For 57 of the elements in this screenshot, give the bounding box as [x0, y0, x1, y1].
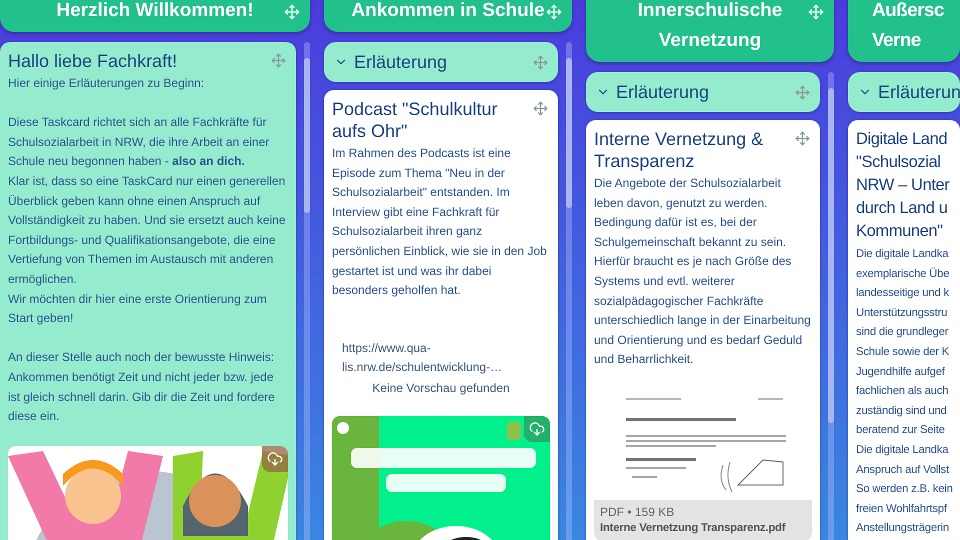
card-text: Schule sowie der K [856, 344, 950, 360]
cloud-download-icon [529, 420, 545, 437]
move-handle-icon[interactable] [795, 84, 810, 100]
card-text: fachlichen als auch [856, 384, 950, 400]
scrollbar[interactable] [828, 72, 834, 540]
card-text: An dieser Stelle auch noch der bewusste Hinweis: Ankommen benötigt Zeit und nicht jeder bzw. jede ist gleich schnell darin. Gib dir die Zeit und fordere diese ein. [8, 349, 276, 426]
move-handle-icon[interactable] [795, 131, 810, 146]
card-text: Diese Taskcard richtet sich an alle Fachkräfte für Schulsozialarbeit in NRW, die ihre Arbeit an einer Schule neu begonnen haben - also an dich. [8, 114, 270, 170]
card-text: exemplarische Übe [856, 266, 950, 282]
card-text: Die digitale Landka [856, 442, 950, 458]
move-handle-icon[interactable] [533, 101, 548, 116]
section-header[interactable]: Erläuterung [586, 72, 820, 112]
card-text: Die digitale Landka [856, 247, 950, 262]
move-handle-icon[interactable] [284, 4, 300, 20]
column-title: Ankommen in Schule [350, 0, 546, 23]
card-text: Hier einige Erläuterungen zu Beginn: [8, 75, 206, 92]
column-title: Herzlich Willkommen! [55, 0, 255, 23]
card-text: beratend zur Seite [856, 423, 946, 438]
cloud-download-icon [267, 451, 283, 468]
card-text: Anstellungsträgerin [856, 521, 950, 536]
card-text: So werden z.B. kein [856, 482, 954, 498]
card-text: Anspruch auf Vollst [856, 462, 950, 478]
card-text: zuständig sind und [856, 404, 948, 419]
scrollbar[interactable] [304, 42, 310, 540]
download-button[interactable] [262, 446, 288, 472]
scrollbar[interactable] [566, 42, 572, 540]
column-title: Außersc [872, 0, 945, 23]
card-text: Unterstützungsstru [856, 306, 948, 321]
card-title: Podcast "Schulkultur aufs Ohr" [332, 98, 498, 142]
section-header[interactable]: Erläuterung [324, 42, 558, 82]
card-text: Klar ist, dass so eine TaskCard nur einen generellen Überblick geben kann ohne einen Anspruch auf Vollständigkeit zu haben. Und sie ersetzt auch keine Fortbildungs- und Qualifikationsangebote, die eine Vertiefung von Themen im Austausch mit anderen ermöglichen. [8, 172, 287, 288]
card-text: Die Angebote der Schulsozialarbeit leben davon, genutzt zu werden. Bedingung dafür ist es, bei der Schulgemeinschaft bekannt zu sein. Hierfür braucht es je nach Größe des Systems und evtl. weiterer sozialpädagogischer Fachkräfte unterschiedlich lange in der Einarbeitung und Orientierung und es bedarf Geduld und Beharrlichkeit. [594, 175, 812, 368]
section-title: Erläuterun [878, 82, 960, 102]
card-text: sind die grundleger [856, 325, 950, 340]
card-title: Interne Vernetzung & Transparenz [594, 128, 764, 172]
column-title: Vernetzung [658, 29, 762, 53]
card-text: freien Wohlfahrtspf [856, 502, 948, 517]
card-title: Hallo liebe Fachkraft! [8, 50, 178, 72]
column-title: Innerschulische [636, 0, 784, 23]
link[interactable]: https://www.qua-lis.nrw.de/schulentwicklung-… [342, 338, 550, 378]
card-text: Im Rahmen des Podcasts ist eine Episode zum Thema "Neu in der Schulsozialarbeit" entstanden. Im Interview gibt eine Fachkraft für Schulsozialarbeit ihren ganz persönlichen Einblick, wie sie in den Job gestartet ist und was ihr dabei besonders geholfen hat. [332, 145, 548, 300]
download-button[interactable] [524, 416, 550, 442]
move-handle-icon[interactable] [808, 4, 824, 20]
file-name[interactable]: Interne Vernetzung Transparenz.pdf [600, 520, 806, 536]
section-header[interactable]: Erläuterun [848, 72, 960, 112]
card-text: Wir möchten dir hier eine erste Orientierung zum Start geben! [8, 290, 268, 328]
file-meta: PDF • 159 KB [600, 504, 676, 520]
move-handle-icon[interactable] [546, 4, 562, 20]
move-handle-icon[interactable] [271, 53, 286, 68]
column-title: Verne [872, 29, 922, 53]
section-title: Erläuterung [354, 52, 448, 72]
move-handle-icon[interactable] [533, 54, 548, 70]
card-title: Digitale Land "Schulsozial NRW – Unter durch Land u Kommunen" [856, 129, 950, 242]
card-text: Jugendhilfe aufgef [856, 364, 946, 380]
preview-note: Keine Vorschau gefunden [371, 380, 511, 397]
section-title: Erläuterung [616, 82, 710, 102]
card-text: landesseitige und k [856, 286, 950, 302]
